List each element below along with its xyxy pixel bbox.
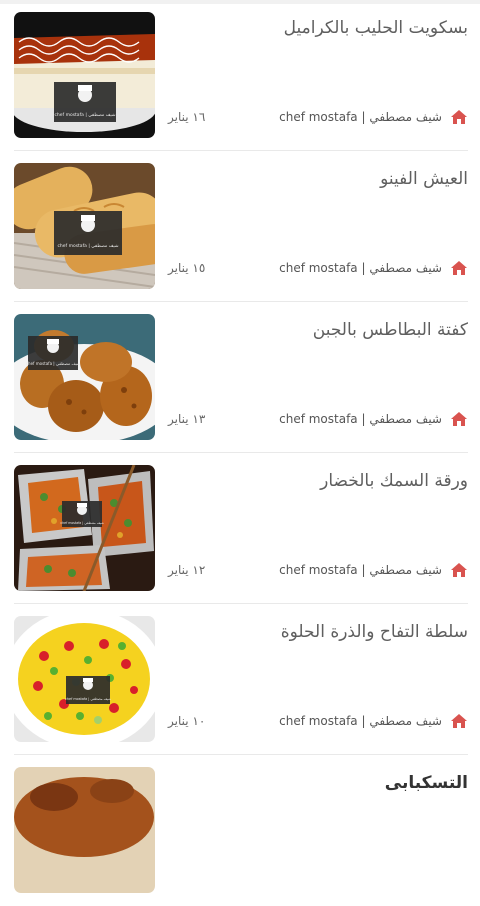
recipe-author: chef mostafa | شيف مصطفي [279,714,442,728]
recipe-image-fish-foil[interactable]: chef mostafa | شيف مصطفي [14,465,155,591]
recipe-title[interactable]: بسكويت الحليب بالكراميل [178,18,468,38]
recipe-author: chef mostafa | شيف مصطفي [279,412,442,426]
recipe-date: ١٠ يناير [168,714,206,728]
recipe-title[interactable]: كفتة البطاطس بالجبن [178,320,468,340]
recipe-date: ١٦ يناير [168,110,206,124]
recipe-author: chef mostafa | شيف مصطفي [279,563,442,577]
recipe-card[interactable]: chef mostafa | شيف مصطفي كفتة البطاطس با… [0,302,480,453]
watermark-text: chef mostafa | شيف مصطفي [65,697,111,701]
recipe-card[interactable]: chef mostafa | شيف مصطفي ورقة السمك بالخ… [0,453,480,604]
watermark-text: chef mostafa | شيف مصطفي [57,243,118,249]
recipe-card[interactable]: chef mostafa | شيف مصطفي العيش الفينو ch… [0,151,480,302]
home-icon [451,261,467,275]
recipe-feed: chef mostafa | شيف مصطفي بسكويت الحليب ب… [0,0,480,893]
recipe-date: ١٣ يناير [168,412,206,426]
recipe-author: chef mostafa | شيف مصطفي [279,261,442,275]
home-icon [451,412,467,426]
recipe-image-caramel-cake[interactable]: chef mostafa | شيف مصطفي [14,12,155,138]
recipe-card[interactable]: chef mostafa | شيف مصطفي سلطة التفاح وال… [0,604,480,755]
recipe-date: ١٥ يناير [168,261,206,275]
watermark-text: chef mostafa | شيف مصطفي [54,112,115,118]
recipe-title[interactable]: سلطة التفاح والذرة الحلوة [178,622,468,642]
recipe-card[interactable]: التسكبابى [0,755,480,906]
recipe-image-salad[interactable]: chef mostafa | شيف مصطفي [14,616,155,742]
recipe-image-bread[interactable]: chef mostafa | شيف مصطفي [14,163,155,289]
recipe-card[interactable]: chef mostafa | شيف مصطفي بسكويت الحليب ب… [0,0,480,151]
home-icon [451,714,467,728]
recipe-title[interactable]: التسكبابى [178,773,468,793]
home-icon [451,110,467,124]
home-icon [451,563,467,577]
recipe-title[interactable]: ورقة السمك بالخضار [178,471,468,491]
recipe-author: chef mostafa | شيف مصطفي [279,110,442,124]
recipe-image-kofta[interactable]: chef mostafa | شيف مصطفي [14,314,155,440]
watermark-text: chef mostafa | شيف مصطفي [60,521,104,525]
recipe-title[interactable]: العيش الفينو [178,169,468,189]
recipe-date: ١٢ يناير [168,563,206,577]
watermark-text: chef mostafa | شيف مصطفي [26,361,81,366]
recipe-image-tasqababi[interactable] [14,767,155,893]
